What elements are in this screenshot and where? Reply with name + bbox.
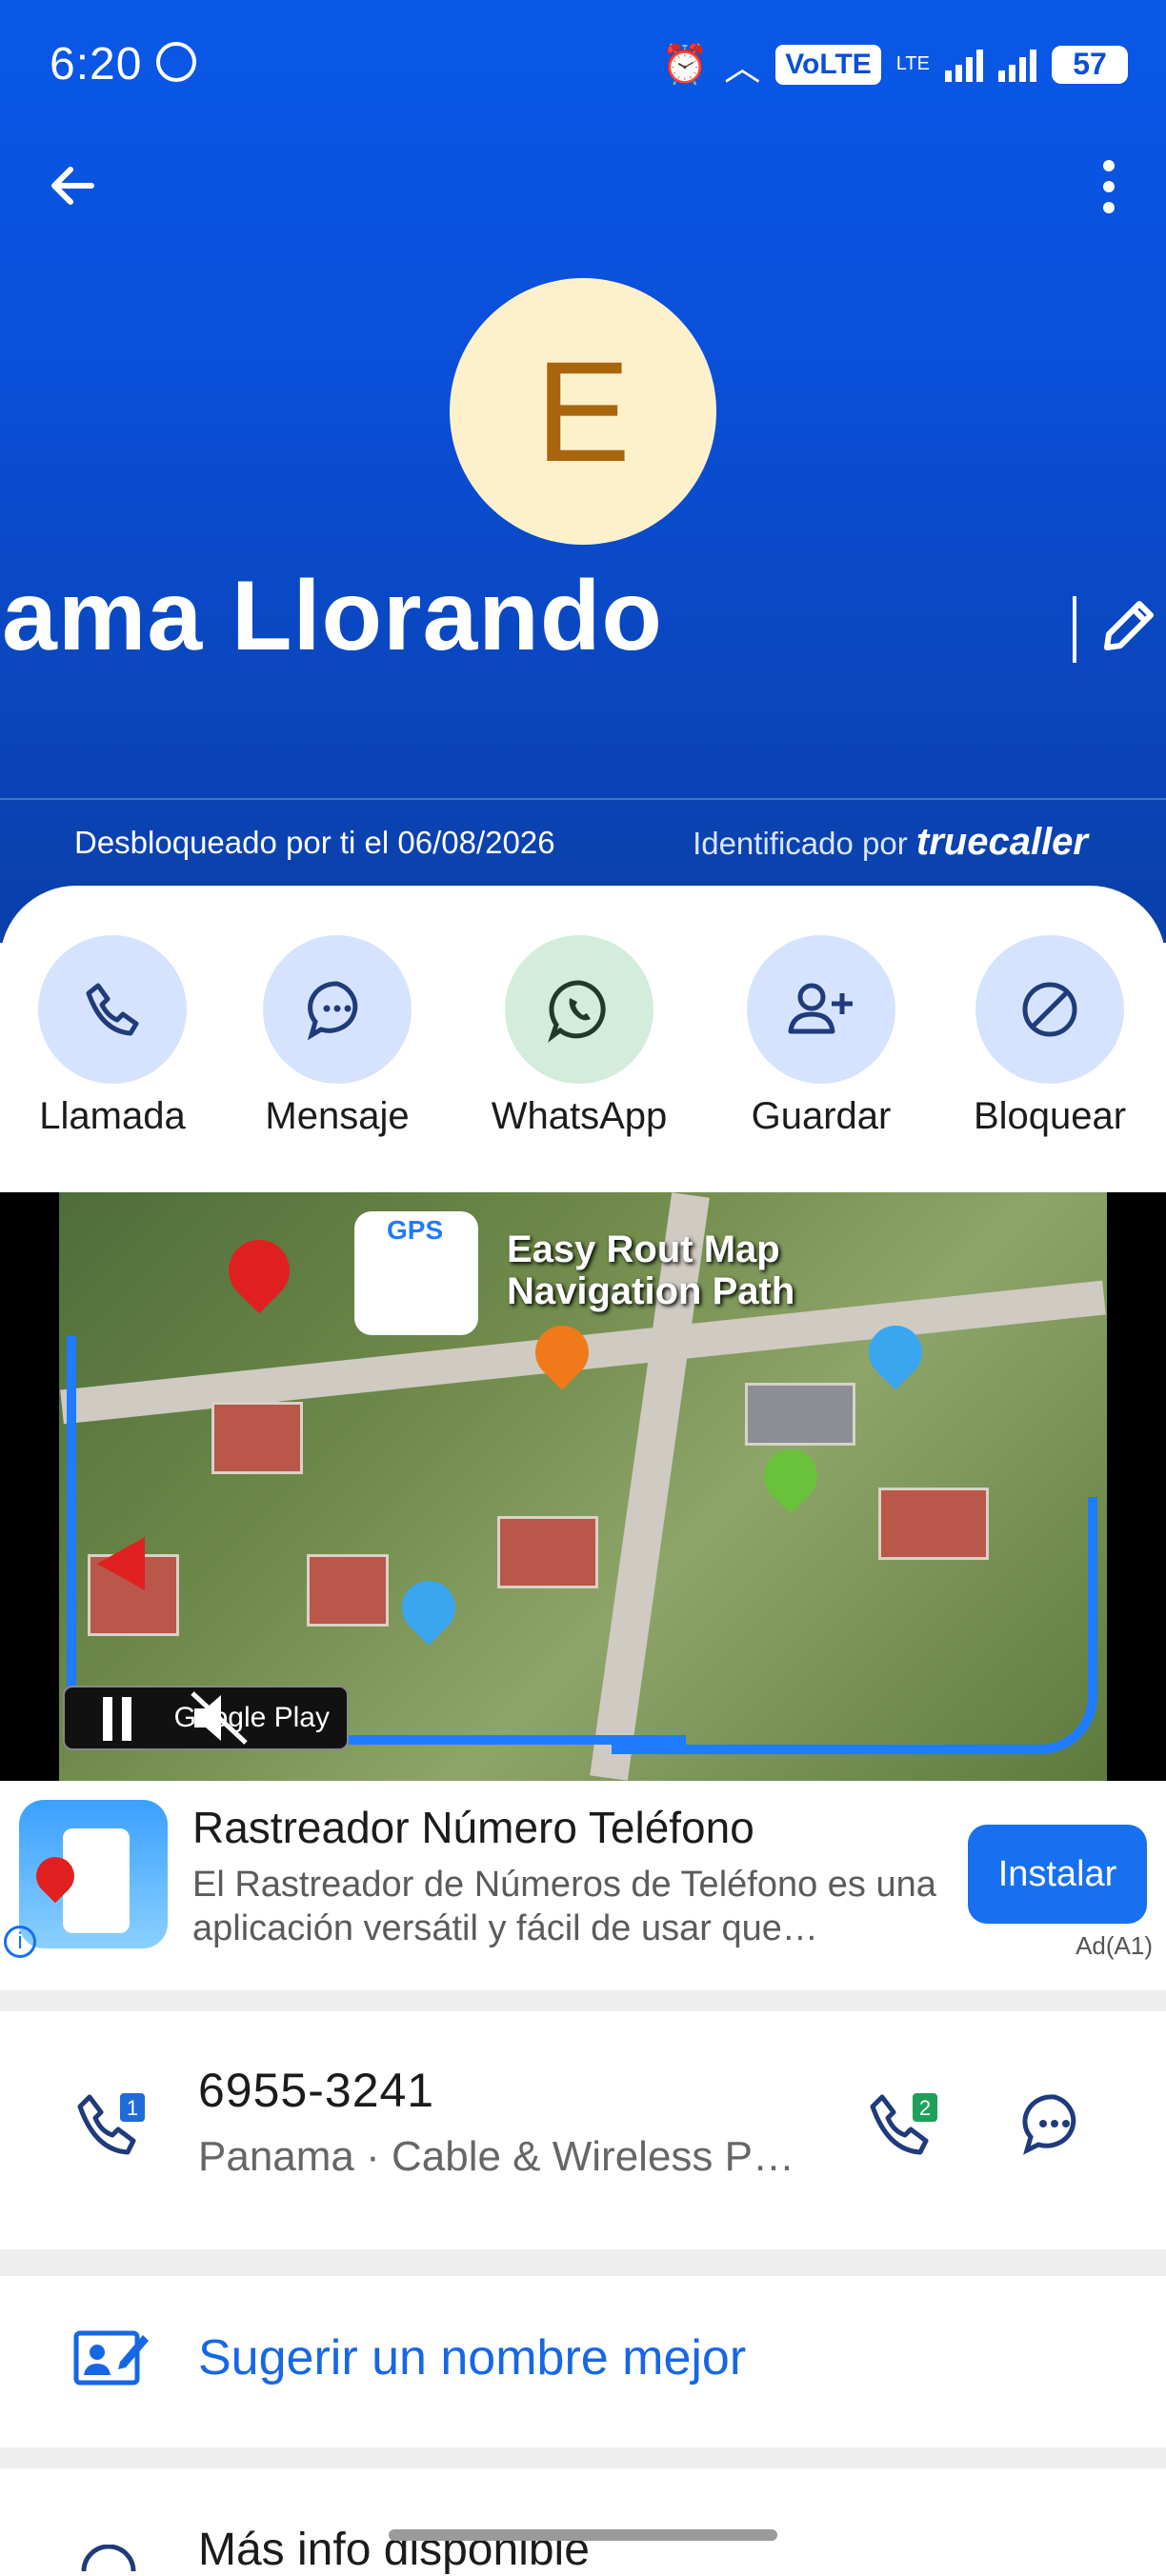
battery-icon: 57 [1052, 45, 1128, 84]
lte-label: LTE [895, 53, 930, 74]
whatsapp-action-circle[interactable] [505, 935, 653, 1084]
block-icon [1022, 982, 1077, 1037]
ad-info-icon[interactable]: i [4, 1926, 36, 1958]
phone-number-row[interactable]: 1 6955-3241 Panama · Cable & Wireless P…… [0, 2011, 1166, 2249]
navigation-route [612, 1497, 1097, 1754]
save-label: Guardar [751, 1095, 892, 1137]
quick-actions: Llamada Mensaje WhatsApp Guardar Bloquea… [0, 935, 1166, 1145]
message-label: Mensaje [265, 1095, 410, 1137]
status-time: 6:20 [50, 39, 143, 90]
whatsapp-label: WhatsApp [491, 1095, 668, 1137]
call-sim1-icon[interactable]: 1 [74, 2087, 151, 2164]
home-pin-icon [215, 1227, 303, 1314]
message-icon [307, 981, 358, 1041]
phone-number[interactable]: 6955-3241 [198, 2063, 434, 2118]
phone-icon [86, 983, 139, 1036]
signal-1-icon [945, 48, 983, 82]
section-divider [0, 2249, 1166, 2276]
save-action[interactable]: Guardar [726, 935, 916, 1138]
suggest-name-label[interactable]: Sugerir un nombre mejor [198, 2329, 746, 2386]
signal-2-icon [998, 48, 1036, 82]
ad-app-icon [19, 1800, 168, 1948]
edit-contact-icon [73, 2330, 149, 2386]
ad-label: Ad(A1) [1076, 1931, 1153, 1960]
video-title: Easy Rout Map Navigation Path [507, 1228, 794, 1312]
install-button[interactable]: Instalar [968, 1825, 1147, 1924]
call-action[interactable]: Llamada [17, 935, 208, 1138]
section-divider [0, 1990, 1166, 2011]
header-separator [0, 798, 1166, 800]
message-action-circle[interactable] [263, 935, 412, 1084]
house [878, 1488, 989, 1560]
whatsapp-action[interactable]: WhatsApp [484, 935, 674, 1138]
gps-label: GPS [387, 1215, 444, 1245]
identified-prefix: Identificado por [693, 826, 908, 861]
ad-description: El Rastreador de Números de Teléfono es … [192, 1865, 936, 1948]
save-action-circle[interactable] [747, 935, 895, 1084]
call-action-circle[interactable] [38, 935, 187, 1084]
call-label: Llamada [39, 1095, 186, 1137]
sim2-badge: 2 [919, 2096, 931, 2120]
block-action[interactable]: Bloquear [955, 935, 1145, 1138]
message-icon[interactable] [1019, 2089, 1090, 2160]
unlocked-text: Desbloqueado por ti el 06/08/2026 [74, 825, 555, 860]
contact-name: ama Llorando [2, 561, 663, 671]
whatsapp-notification-icon [156, 42, 196, 82]
pause-icon[interactable] [103, 1697, 131, 1741]
edit-pencil-icon[interactable] [1096, 590, 1164, 659]
wifi-icon: ︿ [724, 49, 761, 89]
back-arrow-icon[interactable] [42, 152, 109, 219]
status-bar: 6:20 ⏰ ︿ VoLTE LTE 57 [50, 38, 1128, 95]
truecaller-logo: truecaller [915, 821, 1088, 863]
video-title-line1: Easy Rout Map [507, 1228, 780, 1270]
section-divider [0, 2447, 1166, 2468]
name-divider [1073, 596, 1076, 663]
ad-banner[interactable]: Rastreador Número Teléfono El Rastreador… [0, 1781, 1166, 1990]
more-options-icon[interactable] [1090, 152, 1128, 219]
carrier-info: Panama · Cable & Wireless P… [198, 2133, 794, 2180]
house [497, 1516, 598, 1588]
volte-badge: VoLTE [775, 44, 881, 85]
ad-video[interactable]: GPS Easy Rout Map Navigation Path Google… [0, 1192, 1166, 1781]
alarm-icon: ⏰ [661, 44, 710, 86]
add-contact-icon [788, 983, 853, 1034]
message-action[interactable]: Mensaje [242, 935, 432, 1138]
identified-by: Identificado por truecaller [693, 821, 1088, 864]
mute-icon[interactable] [187, 1687, 253, 1748]
sim1-badge: 1 [127, 2096, 138, 2120]
house [211, 1402, 303, 1474]
status-icons: ⏰ ︿ VoLTE LTE 57 [661, 38, 1128, 90]
block-label: Bloquear [973, 1095, 1127, 1137]
contact-header: 6:20 ⏰ ︿ VoLTE LTE 57 E ama Llorando Des… [0, 0, 1166, 943]
whatsapp-icon [548, 980, 606, 1043]
video-title-line2: Navigation Path [507, 1270, 795, 1312]
block-action-circle[interactable] [975, 935, 1124, 1084]
direction-arrow-icon [97, 1537, 145, 1590]
call-sim2-icon[interactable]: 2 [867, 2087, 943, 2164]
house [307, 1554, 389, 1627]
gps-app-icon: GPS [354, 1211, 478, 1335]
ad-title: Rastreador Número Teléfono [192, 1803, 754, 1852]
avatar: E [450, 278, 716, 545]
house [745, 1383, 855, 1446]
home-indicator[interactable] [389, 2529, 777, 2541]
info-icon [81, 2545, 136, 2571]
suggest-name-row[interactable]: Sugerir un nombre mejor [0, 2276, 1166, 2447]
